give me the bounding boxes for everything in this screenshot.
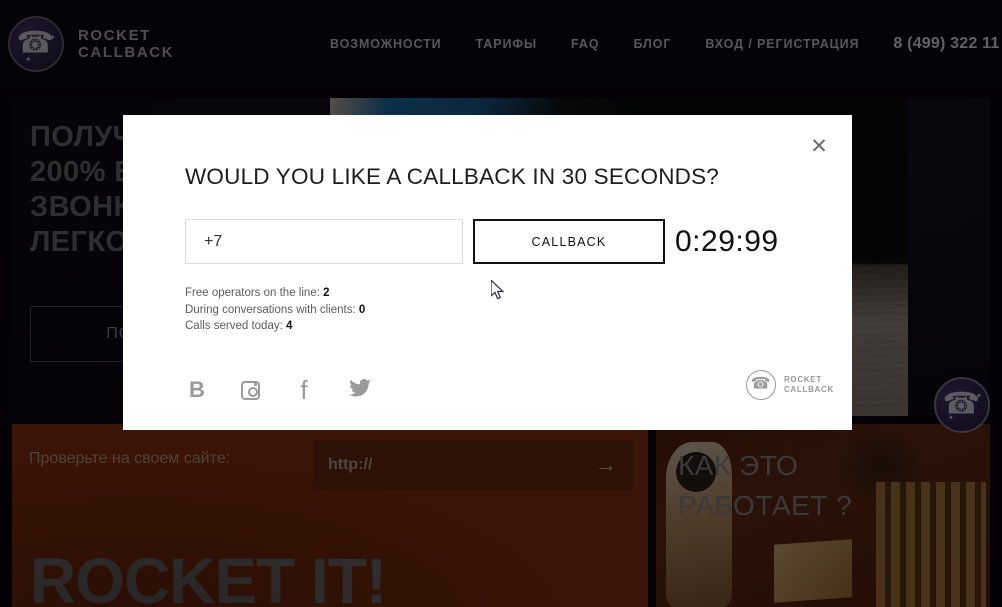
countdown-timer: 0:29:99 xyxy=(675,224,779,258)
stat-calls-today-value: 4 xyxy=(286,320,293,332)
stat-during-conversations: During conversations with clients: 0 xyxy=(185,302,365,319)
operator-stats: Free operators on the line: 2 During con… xyxy=(185,285,365,335)
stat-calls-today-label: Calls served today: xyxy=(185,320,283,332)
modal-brand-logo: ☎ ROCKET CALLBACK xyxy=(745,370,834,400)
stat-during-conversations-value: 0 xyxy=(358,303,366,316)
stat-free-operators-value: 2 xyxy=(323,287,330,299)
modal-brand-text: ROCKET CALLBACK xyxy=(784,375,834,395)
callback-form-row: CALLBACK 0:29:99 xyxy=(185,219,779,264)
instagram-icon[interactable] xyxy=(241,380,260,400)
stat-calls-today: Calls served today: 4 xyxy=(185,318,365,335)
vk-icon[interactable]: В xyxy=(185,378,209,402)
phone-handset-icon: ☎ xyxy=(750,375,771,393)
phone-number-input[interactable] xyxy=(185,219,463,264)
modal-brand-line-1: ROCKET xyxy=(783,375,822,384)
modal-brand-line-2: CALLBACK xyxy=(783,385,834,394)
twitter-icon[interactable] xyxy=(348,378,372,402)
modal-title: WOULD YOU LIKE A CALLBACK IN 30 SECONDS? xyxy=(185,164,720,189)
stat-during-conversations-label: During conversations with clients: xyxy=(185,303,356,316)
callback-submit-button[interactable]: CALLBACK xyxy=(473,219,665,264)
rocket-callback-logo-icon: ☎ xyxy=(745,370,776,400)
social-links: В f xyxy=(185,377,372,403)
stat-free-operators: Free operators on the line: 2 xyxy=(185,285,365,302)
close-icon[interactable]: ✕ xyxy=(805,133,833,161)
page-root: ☎ ✦ ✦ ROCKET CALLBACK ВОЗМОЖНОСТИ ТАРИФЫ… xyxy=(0,0,1002,607)
stat-free-operators-label: Free operators on the line: xyxy=(185,287,320,299)
callback-modal: ✕ WOULD YOU LIKE A CALLBACK IN 30 SECOND… xyxy=(123,115,852,430)
facebook-icon[interactable]: f xyxy=(292,377,316,403)
